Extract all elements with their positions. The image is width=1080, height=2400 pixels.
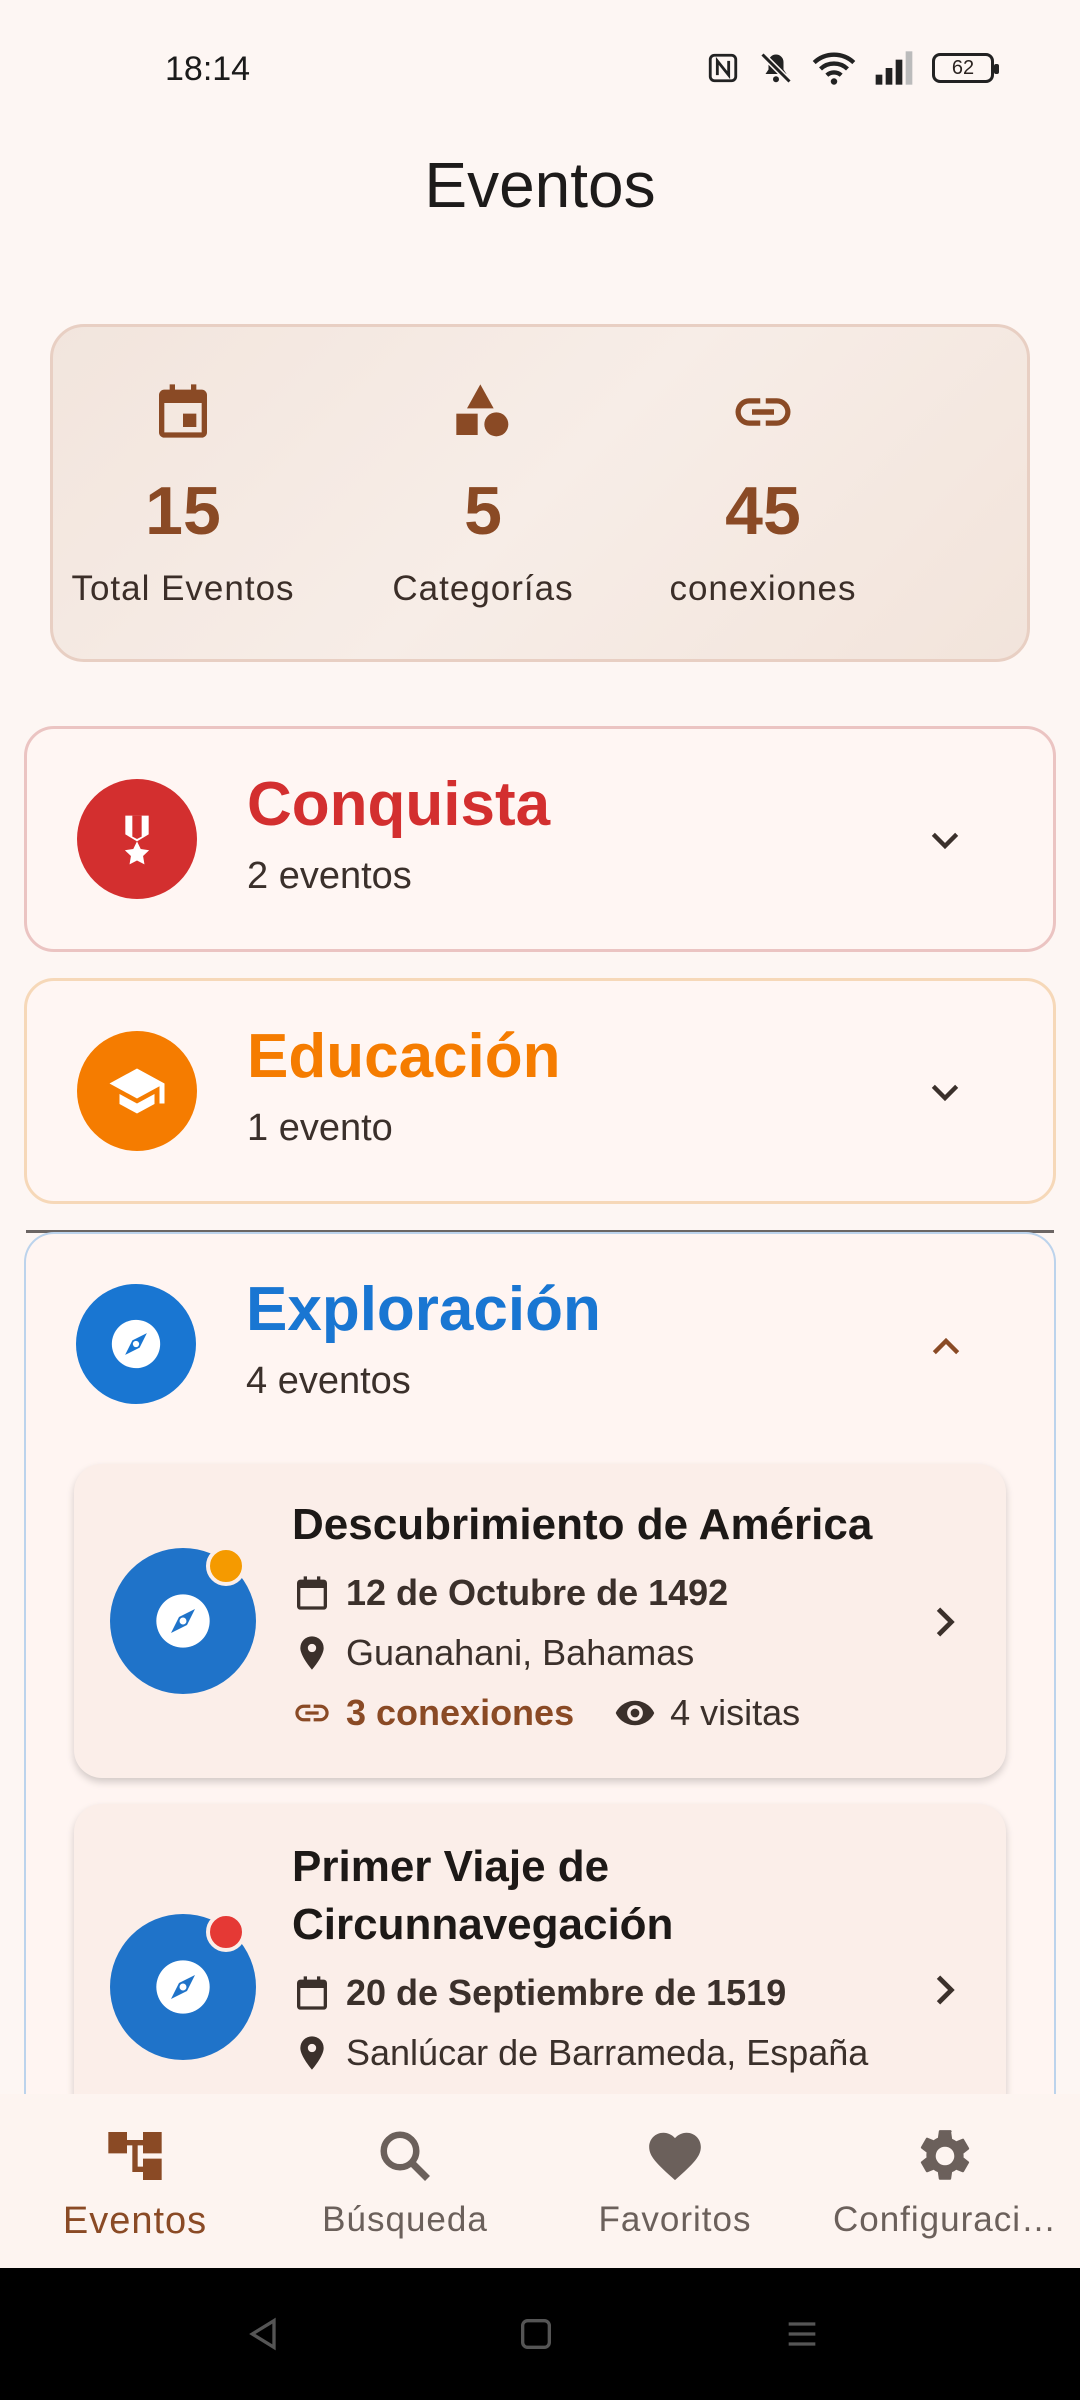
event-card[interactable]: Primer Viaje de Circunnavegación 20 de S… — [74, 1804, 1006, 2124]
nav-label: Configuraci… — [832, 2200, 1058, 2239]
event-meta: 3 conexiones 4 visitas — [292, 1692, 800, 1734]
stat-label: conexiones — [669, 569, 857, 608]
status-icons: 62 — [706, 50, 999, 86]
event-connections: 3 conexiones — [346, 1692, 575, 1733]
event-date: 20 de Septiembre de 1519 — [292, 1972, 786, 2014]
stat-label: Total Eventos — [71, 569, 295, 608]
nav-label: Favoritos — [598, 2200, 752, 2239]
nav-item-eventos[interactable]: Eventos — [0, 2124, 270, 2243]
calendar-icon — [159, 384, 207, 438]
link-icon — [735, 398, 791, 426]
category-name: Exploración — [246, 1275, 601, 1344]
eye-icon — [615, 1700, 655, 1726]
event-place: Sanlúcar de Barrameda, España — [292, 2032, 868, 2074]
back-icon[interactable] — [244, 2314, 284, 2354]
heart-icon — [649, 2132, 701, 2181]
nav-label: Eventos — [62, 2200, 208, 2242]
nav-item-configuracion[interactable]: Configuraci… — [810, 2124, 1080, 2240]
chevron-down-icon[interactable] — [925, 1073, 965, 1113]
stat-categories: 5 Categorías — [353, 379, 613, 609]
bottom-navigation: Eventos Búsqueda Favoritos Configuraci… — [0, 2094, 1080, 2268]
shapes-icon — [456, 384, 509, 437]
event-place-text: Guanahani, Bahamas — [346, 1632, 695, 1673]
stat-value: 45 — [725, 473, 801, 549]
stat-connections: 45 conexiones — [633, 379, 893, 609]
calendar-outline-icon — [297, 1576, 327, 1610]
school-icon — [109, 1068, 165, 1114]
event-date-text: 20 de Septiembre de 1519 — [346, 1972, 787, 2013]
category-educacion[interactable]: Educación 1 evento — [24, 978, 1056, 1204]
signal-icon — [875, 51, 913, 85]
stat-label: Categorías — [392, 569, 574, 608]
category-count: 1 evento — [247, 1107, 393, 1149]
stat-total-events: 15 Total Eventos — [53, 379, 313, 609]
status-bar: 18:14 62 — [0, 0, 1080, 140]
location-pin-icon — [300, 2036, 324, 2070]
mute-icon — [760, 52, 792, 84]
stat-value: 5 — [464, 473, 502, 549]
battery-indicator: 62 — [932, 53, 999, 83]
status-time: 18:14 — [165, 50, 251, 88]
chevron-right-icon[interactable] — [922, 1600, 966, 1644]
wifi-icon — [812, 52, 856, 85]
tree-icon — [108, 2132, 162, 2180]
category-avatar — [77, 1031, 197, 1151]
gear-icon — [920, 2130, 970, 2180]
category-name: Conquista — [247, 770, 551, 839]
home-icon[interactable] — [516, 2314, 556, 2354]
medal-icon — [124, 815, 150, 865]
stats-card: 15 Total Eventos 5 Categorías 45 conexio… — [50, 324, 1030, 662]
category-count: 4 eventos — [246, 1360, 411, 1402]
nav-item-favoritos[interactable]: Favoritos — [540, 2124, 810, 2240]
category-avatar — [76, 1284, 196, 1404]
search-icon — [380, 2131, 430, 2181]
category-conquista[interactable]: Conquista 2 eventos — [24, 726, 1056, 952]
event-card[interactable]: Descubrimiento de América 12 de Octubre … — [74, 1464, 1006, 1778]
nav-item-busqueda[interactable]: Búsqueda — [270, 2124, 540, 2240]
compass-icon — [111, 1319, 161, 1369]
category-name: Educación — [247, 1022, 561, 1091]
status-dot — [206, 1912, 246, 1952]
link-icon — [295, 1704, 329, 1722]
chevron-down-icon[interactable] — [925, 821, 965, 861]
nav-label: Búsqueda — [322, 2200, 488, 2239]
category-count: 2 eventos — [247, 855, 412, 897]
status-dot — [206, 1546, 246, 1586]
location-pin-icon — [300, 1636, 324, 1670]
chevron-up-icon[interactable] — [926, 1326, 966, 1366]
event-place-text: Sanlúcar de Barrameda, España — [346, 2032, 869, 2073]
event-title: Descubrimiento de América — [292, 1500, 873, 1549]
event-title: Primer Viaje de Circunnavegación — [292, 1842, 674, 1949]
event-date: 12 de Octubre de 1492 — [292, 1572, 728, 1614]
chevron-right-icon[interactable] — [922, 1968, 966, 2012]
event-date-text: 12 de Octubre de 1492 — [346, 1572, 729, 1613]
category-avatar — [77, 779, 197, 899]
event-place: Guanahani, Bahamas — [292, 1632, 694, 1674]
calendar-outline-icon — [297, 1976, 327, 2010]
system-navigation-bar — [0, 2268, 1080, 2400]
recents-icon[interactable] — [782, 2314, 822, 2354]
compass-icon — [156, 1594, 210, 1648]
compass-icon — [156, 1960, 210, 2014]
page-title: Eventos — [424, 149, 656, 221]
nfc-icon — [708, 53, 738, 83]
stat-value: 15 — [145, 473, 221, 549]
event-views: 4 visitas — [670, 1692, 801, 1733]
